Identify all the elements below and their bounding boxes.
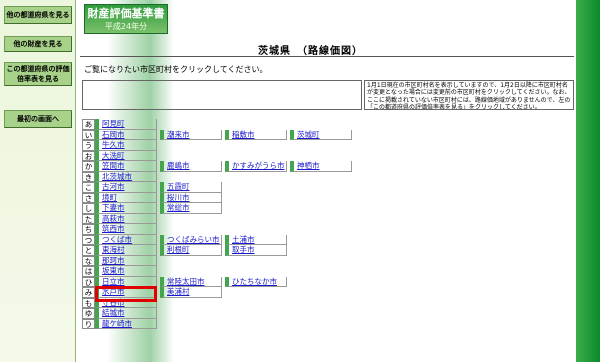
- municipality-link[interactable]: 桜川市: [160, 192, 222, 203]
- municipality-link[interactable]: 五霞町: [160, 182, 222, 193]
- kana-label: ひ: [82, 276, 95, 287]
- page-title: 茨城県 （路線価図）: [258, 46, 363, 57]
- municipality-link[interactable]: 常陸太田市: [160, 276, 222, 287]
- municipality-link[interactable]: 鹿嶋市: [160, 161, 222, 172]
- municipality-link[interactable]: 潮来市: [160, 129, 222, 140]
- kana-label: あ: [82, 119, 95, 130]
- municipality-link[interactable]: 笠間市: [95, 161, 157, 172]
- municipality-link[interactable]: 阿見町: [95, 119, 157, 130]
- kana-label: ち: [82, 224, 95, 235]
- municipality-link[interactable]: 美浦村: [160, 287, 222, 298]
- right-decorative-band: [576, 0, 600, 362]
- municipality-link[interactable]: 龍ケ崎市: [95, 318, 157, 329]
- left-navigation: 他の都道府県を見る 他の財産を見る この都道府県の評価倍率表を見る 最初の画面へ: [0, 0, 76, 362]
- municipality-link[interactable]: 茨城町: [290, 129, 352, 140]
- municipality-link[interactable]: 古河市: [95, 182, 157, 193]
- kana-label: な: [82, 255, 95, 266]
- kana-label: も: [82, 297, 95, 308]
- kana-label: た: [82, 213, 95, 224]
- empty-info-box: [82, 80, 362, 110]
- kana-label: つ: [82, 234, 95, 245]
- app-subtitle: 平成24年分: [104, 22, 148, 31]
- kana-label: り: [82, 318, 95, 329]
- municipality-link[interactable]: 常総市: [160, 203, 222, 214]
- kana-label: お: [82, 150, 95, 161]
- municipality-link[interactable]: 利根町: [160, 245, 222, 256]
- municipality-link[interactable]: 境町: [95, 192, 157, 203]
- municipality-link[interactable]: 筑西市: [95, 224, 157, 235]
- kana-label: と: [82, 245, 95, 256]
- title-divider: [80, 56, 574, 57]
- municipality-link[interactable]: つくば市: [95, 234, 157, 245]
- municipality-link[interactable]: 大洗町: [95, 150, 157, 161]
- kana-label: う: [82, 140, 95, 151]
- municipality-link[interactable]: 高萩市: [95, 213, 157, 224]
- other-property-button[interactable]: 他の財産を見る: [4, 36, 72, 52]
- home-button[interactable]: 最初の画面へ: [4, 110, 72, 128]
- municipality-link[interactable]: 東海村: [95, 245, 157, 256]
- municipality-link[interactable]: 稲敷市: [225, 129, 287, 140]
- municipality-link[interactable]: 水戸市: [95, 287, 157, 298]
- kana-label: み: [82, 287, 95, 298]
- kana-label: い: [82, 129, 95, 140]
- header-badge: 財産評価基準書 平成24年分: [84, 4, 168, 34]
- kana-label: ゆ: [82, 308, 95, 319]
- app-title: 財産評価基準書: [87, 7, 165, 20]
- municipality-link[interactable]: 守谷市: [95, 297, 157, 308]
- municipality-link[interactable]: 神栖市: [290, 161, 352, 172]
- multiplier-table-button[interactable]: この都道府県の評価倍率表を見る: [4, 62, 72, 86]
- municipality-link[interactable]: 下妻市: [95, 203, 157, 214]
- note-box: 1月1日現在の市区町村名を表示していますので、1月2日以降に市区町村名が変更とな…: [364, 80, 574, 110]
- municipality-link[interactable]: ひたちなか市: [225, 276, 287, 287]
- kana-label: か: [82, 161, 95, 172]
- other-prefectures-button[interactable]: 他の都道府県を見る: [4, 6, 72, 24]
- municipality-link[interactable]: 坂東市: [95, 266, 157, 277]
- municipality-link[interactable]: 土浦市: [225, 234, 287, 245]
- kana-label: き: [82, 171, 95, 182]
- municipality-link[interactable]: 那珂市: [95, 255, 157, 266]
- kana-label: こ: [82, 182, 95, 193]
- municipality-link[interactable]: つくばみらい市: [160, 234, 222, 245]
- kana-label: し: [82, 203, 95, 214]
- municipality-link[interactable]: かすみがうら市: [225, 161, 287, 172]
- municipality-link[interactable]: 日立市: [95, 276, 157, 287]
- kana-label: さ: [82, 192, 95, 203]
- municipality-link[interactable]: 取手市: [225, 245, 287, 256]
- kana-label: は: [82, 266, 95, 277]
- municipality-link[interactable]: 北茨城市: [95, 171, 157, 182]
- municipality-link[interactable]: 牛久市: [95, 140, 157, 151]
- municipality-link[interactable]: 結城市: [95, 308, 157, 319]
- municipality-link[interactable]: 石岡市: [95, 129, 157, 140]
- instruction-text: ご覧になりたい市区町村をクリックしてください。: [84, 65, 268, 74]
